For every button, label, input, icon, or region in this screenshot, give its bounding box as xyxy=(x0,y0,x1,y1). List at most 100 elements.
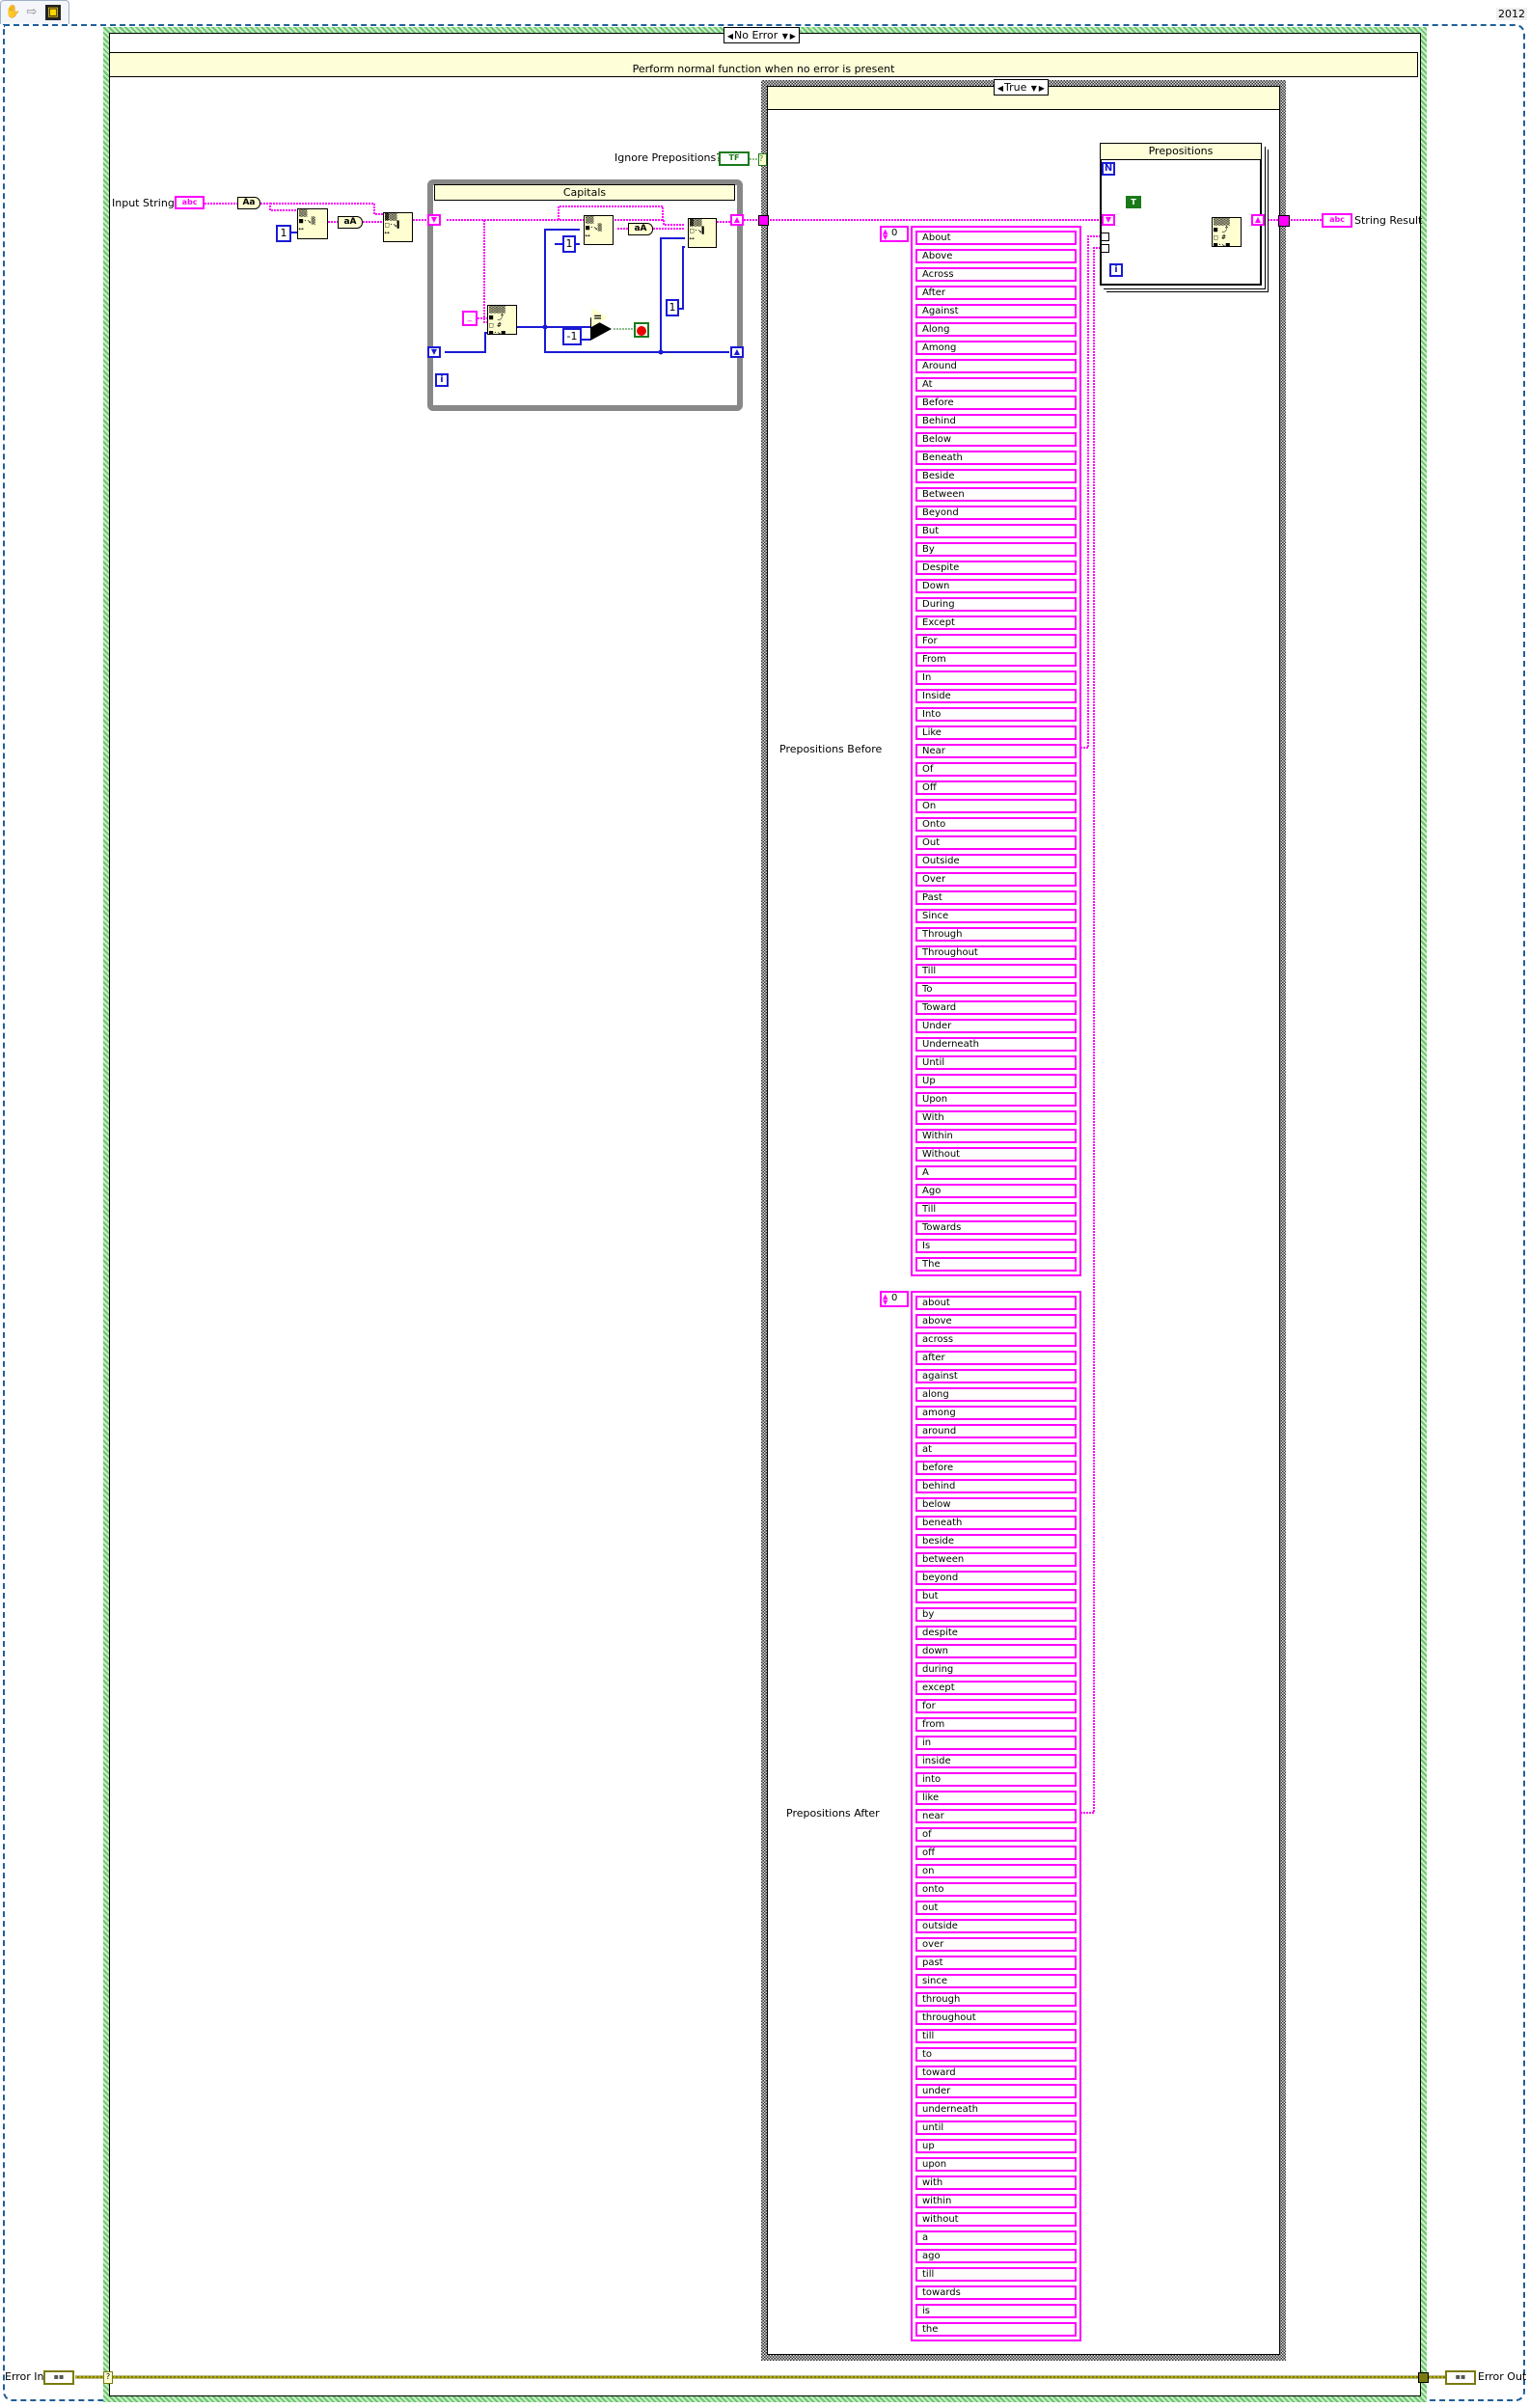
search-replace-string-function[interactable]: ▒▒▒▒ ■ ⤴ □ # ■·↘■ xyxy=(1212,217,1242,247)
prepositions-after-element[interactable]: like xyxy=(915,1791,1077,1805)
replace-substring-function[interactable]: ▓▒▒ □·↘▌ ⟷ xyxy=(383,212,413,242)
to-lower-case-function-2[interactable]: aA xyxy=(628,223,653,235)
prepositions-before-element[interactable]: For xyxy=(915,634,1077,648)
prepositions-before-element[interactable]: In xyxy=(915,670,1077,685)
replace-substring-function-2[interactable]: ▓▒▒ □·↘▌ ⟷ xyxy=(688,218,717,248)
prepositions-before-element[interactable]: Over xyxy=(915,872,1077,887)
prepositions-before-element[interactable]: Within xyxy=(915,1129,1077,1143)
true-case-output-tunnel[interactable] xyxy=(1278,215,1290,227)
shift-register-left-numeric[interactable]: ▼ xyxy=(427,346,441,358)
prepositions-after-element[interactable]: off xyxy=(915,1846,1077,1860)
prepositions-before-element[interactable]: To xyxy=(915,982,1077,997)
prepositions-after-element[interactable]: but xyxy=(915,1589,1077,1603)
prepositions-after-element[interactable]: through xyxy=(915,1992,1077,2007)
prepositions-before-element[interactable]: Around xyxy=(915,359,1077,373)
prepositions-before-element[interactable]: Under xyxy=(915,1019,1077,1033)
prepositions-before-element[interactable]: Out xyxy=(915,835,1077,850)
stop-condition-icon[interactable] xyxy=(634,322,649,338)
case-selector-terminal[interactable]: ? xyxy=(758,153,767,166)
prepositions-after-element[interactable]: for xyxy=(915,1699,1077,1713)
string-result-terminal[interactable]: abc xyxy=(1322,213,1352,228)
prepositions-after-element[interactable]: inside xyxy=(915,1754,1077,1768)
prepositions-after-element[interactable]: around xyxy=(915,1424,1077,1438)
prepositions-after-element[interactable]: in xyxy=(915,1736,1077,1750)
prepositions-after-element[interactable]: without xyxy=(915,2212,1077,2227)
prepositions-before-element[interactable]: Till xyxy=(915,1202,1077,1217)
prepositions-before-element[interactable]: Into xyxy=(915,707,1077,722)
error-in-terminal[interactable]: ▪▪ xyxy=(43,2370,74,2385)
prepositions-before-element[interactable]: About xyxy=(915,231,1077,245)
space-string-constant[interactable]: _ xyxy=(462,311,478,326)
prep-loop-shift-register-right[interactable]: ▲ xyxy=(1251,214,1265,226)
prepositions-after-element[interactable]: until xyxy=(915,2121,1077,2135)
error-case-selector-terminal[interactable]: ? xyxy=(103,2371,113,2384)
prepositions-before-element[interactable]: Past xyxy=(915,890,1077,905)
prepositions-after-element[interactable]: towards xyxy=(915,2285,1077,2300)
prepositions-after-element[interactable]: across xyxy=(915,1332,1077,1347)
numeric-constant-one[interactable]: 1 xyxy=(276,225,291,242)
prepositions-before-element[interactable]: Upon xyxy=(915,1092,1077,1107)
prepositions-before-element[interactable]: Behind xyxy=(915,414,1077,428)
prepositions-after-element[interactable]: till xyxy=(915,2029,1077,2043)
prepositions-before-element[interactable]: During xyxy=(915,597,1077,612)
prepositions-before-element[interactable]: Beside xyxy=(915,469,1077,483)
prepositions-before-index[interactable]: ▲ ▼ 0 xyxy=(880,226,909,242)
prepositions-before-element[interactable]: Except xyxy=(915,616,1077,630)
prepositions-before-element[interactable]: Off xyxy=(915,780,1077,795)
prepositions-after-element[interactable]: since xyxy=(915,1974,1077,1988)
string-subset-function[interactable]: ▒▒ ■·↘▒ ⟷ xyxy=(297,208,328,239)
prepositions-before-element[interactable]: Against xyxy=(915,304,1077,318)
prepositions-before-element[interactable]: Beneath xyxy=(915,451,1077,465)
prepositions-after-element[interactable]: outside xyxy=(915,1919,1077,1933)
prepositions-before-element[interactable]: After xyxy=(915,286,1077,300)
prepositions-after-element[interactable]: despite xyxy=(915,1626,1077,1640)
prepositions-after-element[interactable]: after xyxy=(915,1351,1077,1365)
prepositions-before-element[interactable]: Toward xyxy=(915,1000,1077,1015)
prepositions-after-element[interactable]: from xyxy=(915,1717,1077,1732)
prepositions-before-element[interactable]: Across xyxy=(915,267,1077,282)
prepositions-after-index[interactable]: ▲ ▼ 0 xyxy=(880,1291,909,1307)
prepositions-after-element[interactable]: out xyxy=(915,1901,1077,1915)
index-spinner-icon[interactable]: ▲ ▼ xyxy=(883,1294,887,1306)
prepositions-after-element[interactable]: up xyxy=(915,2139,1077,2153)
indexing-tunnel-after[interactable] xyxy=(1101,244,1109,253)
prepositions-before-element[interactable]: On xyxy=(915,799,1077,813)
prepositions-before-element[interactable]: Until xyxy=(915,1055,1077,1070)
prepositions-after-element[interactable]: near xyxy=(915,1809,1077,1823)
prepositions-before-element[interactable]: Below xyxy=(915,432,1077,447)
prepositions-after-element[interactable]: till xyxy=(915,2267,1077,2282)
prepositions-before-element[interactable]: Underneath xyxy=(915,1037,1077,1052)
prepositions-after-element[interactable]: on xyxy=(915,1864,1077,1878)
prepositions-after-element[interactable]: at xyxy=(915,1442,1077,1457)
prep-loop-shift-register-left[interactable]: ▼ xyxy=(1102,214,1115,226)
prepositions-after-element[interactable]: underneath xyxy=(915,2102,1077,2117)
prepositions-after-element[interactable]: beneath xyxy=(915,1516,1077,1530)
input-string-terminal[interactable]: abc xyxy=(175,196,205,209)
prepositions-before-element[interactable]: Without xyxy=(915,1147,1077,1162)
prepositions-before-element[interactable]: Despite xyxy=(915,561,1077,575)
prepositions-after-element[interactable]: below xyxy=(915,1497,1077,1512)
prepositions-after-element[interactable]: toward xyxy=(915,2066,1077,2080)
index-spinner-icon[interactable]: ▲ ▼ xyxy=(883,229,887,241)
count-terminal[interactable]: N xyxy=(1102,162,1115,176)
shift-register-left-string[interactable]: ▼ xyxy=(427,214,441,226)
indexing-tunnel-before[interactable] xyxy=(1101,233,1109,241)
prepositions-before-element[interactable]: Outside xyxy=(915,854,1077,868)
prepositions-after-element[interactable]: a xyxy=(915,2230,1077,2245)
search-split-string-function[interactable]: ▒▒▒▒ ■ ⤴ □ # ■·↘■ xyxy=(487,305,517,335)
prepositions-before-element[interactable]: By xyxy=(915,542,1077,557)
prepositions-before-element[interactable]: Beyond xyxy=(915,506,1077,520)
prepositions-before-element[interactable]: Onto xyxy=(915,817,1077,832)
prepositions-after-element[interactable]: about xyxy=(915,1296,1077,1310)
prepositions-after-element[interactable]: over xyxy=(915,1937,1077,1952)
prepositions-after-element[interactable]: behind xyxy=(915,1479,1077,1493)
prepositions-after-element[interactable]: ago xyxy=(915,2249,1077,2263)
prepositions-before-element[interactable]: But xyxy=(915,524,1077,538)
prepositions-before-element[interactable]: Up xyxy=(915,1074,1077,1088)
shift-register-right-numeric[interactable]: ▲ xyxy=(730,346,744,358)
prepositions-before-element[interactable]: Ago xyxy=(915,1184,1077,1198)
prepositions-before-element[interactable]: At xyxy=(915,377,1077,392)
prepositions-after-element[interactable]: is xyxy=(915,2304,1077,2318)
prepositions-before-element[interactable]: From xyxy=(915,652,1077,667)
prepositions-after-element[interactable]: during xyxy=(915,1662,1077,1677)
